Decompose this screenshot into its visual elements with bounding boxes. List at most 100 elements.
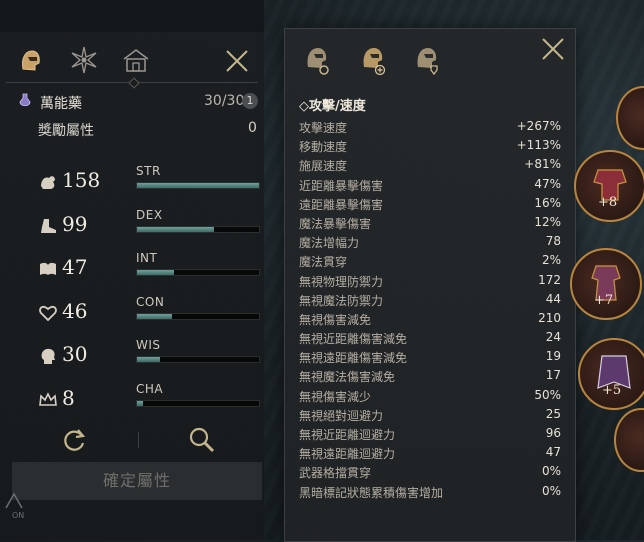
tooltip-line-value: 47% (534, 176, 561, 191)
stat-name: CHA (136, 381, 164, 396)
equipped-item-3[interactable]: +5 (578, 338, 644, 410)
tooltip-line-value: 24 (545, 330, 561, 345)
stat-bar (136, 312, 260, 320)
tab-divider (6, 82, 258, 83)
tooltip-line-label: 無視絕對迴避力 (299, 408, 384, 423)
tooltip-line: 魔法暴擊傷害 12% (299, 215, 561, 234)
tooltip-line-label: 移動速度 (299, 140, 348, 155)
tooltip-line-value: 210 (538, 310, 561, 325)
star-compass-icon (71, 46, 97, 74)
potion-label: 萬能藥 (40, 96, 82, 112)
house-icon (123, 49, 149, 72)
tooltip-line: 黑暗標記狀態累積傷害增加 0% (299, 484, 561, 503)
tooltip-line: 無視近距離迴避力 96 (299, 426, 561, 445)
tooltip-line-value: 50% (534, 387, 561, 402)
attribute-panel: 萬能藥 30/30 1 獎勵屬性 0 158 STR 99 DEX 47 INT 46 CON… (0, 0, 264, 540)
tooltip-close-icon[interactable] (539, 35, 567, 63)
tooltip-line-value: 12% (534, 214, 561, 229)
refresh-icon[interactable] (58, 424, 90, 456)
stat-value: 47 (62, 255, 88, 279)
tooltip-line-value: 0% (541, 464, 561, 479)
enhance-level: +8 (598, 195, 618, 210)
stat-row-int: 47 INT (38, 251, 260, 297)
potion-badge[interactable]: 1 (242, 93, 258, 109)
tooltip-line: 魔法貫穿 2% (299, 253, 561, 272)
tooltip-line-label: 遠距離暴擊傷害 (299, 197, 384, 212)
stat-name: STR (136, 164, 161, 178)
bonus-value: 0 (248, 120, 257, 136)
stat-bar-fill (137, 183, 259, 188)
tooltip-line-value: 2% (541, 253, 561, 268)
tooltip-line: 施展速度 +81% (299, 157, 561, 176)
helmet-gear-icon (307, 48, 329, 75)
enhance-level: +5 (602, 383, 622, 398)
tooltip-line: 無視近距離傷害減免 24 (299, 330, 561, 349)
tooltip-line-label: 無視魔法防禦力 (299, 293, 384, 308)
stat-bar (136, 182, 260, 189)
tooltip-line-label: 施展速度 (299, 159, 348, 174)
tooltip-line-label: 無視魔法傷害減免 (299, 370, 396, 385)
tooltip-line-value: +113% (516, 138, 561, 153)
tooltip-line-label: 無視遠距離傷害減免 (299, 351, 408, 366)
stat-bar-fill (137, 270, 174, 275)
tab-skills[interactable] (66, 42, 102, 78)
tooltip-line-value: 47 (545, 445, 561, 460)
tooltip-line-value: 78 (545, 234, 561, 249)
equipped-item-2[interactable]: +7 (570, 248, 642, 320)
crown-icon (39, 391, 57, 406)
confirm-attributes-button[interactable]: 確定屬性 (12, 462, 262, 500)
tooltip-line-label: 近距離暴擊傷害 (299, 178, 384, 193)
tooltip-line: 無視魔法傷害減免 17 (299, 368, 561, 387)
tooltip-line: 近距離暴擊傷害 47% (299, 177, 561, 196)
tooltip-line-value: +81% (524, 157, 561, 172)
stat-bar (136, 269, 260, 276)
stat-name: WIS (136, 338, 161, 352)
tooltip-line-label: 無視近距離傷害減免 (299, 332, 408, 347)
tooltip-line: 無視魔法防禦力 44 (299, 292, 561, 311)
tab-character[interactable] (12, 42, 48, 78)
stat-value: 99 (62, 211, 88, 236)
tooltip-line-value: 16% (534, 195, 561, 210)
magnifier-icon[interactable] (186, 424, 218, 456)
tooltip-header (285, 29, 575, 89)
tooltip-line-label: 魔法貫穿 (299, 255, 348, 270)
tooltip-line-value: 25 (545, 406, 561, 421)
stat-row-str: 158 STR (38, 164, 260, 210)
tooltip-line-value: 19 (545, 349, 561, 364)
tooltip-line: 無視遠距離迴避力 47 (299, 445, 561, 464)
potion-icon (19, 93, 31, 107)
stat-name: CON (136, 294, 165, 309)
stat-detail-tooltip: ◇攻擊/速度 攻擊速度 +267% 移動速度 +113% 施展速度 +81% 近距離暴擊傷害… (284, 28, 576, 542)
heart-icon (39, 305, 57, 321)
tooltip-stat-list: 攻擊速度 +267% 移動速度 +113% 施展速度 +81% 近距離暴擊傷害 47% 遠距離暴… (299, 119, 561, 503)
tooltip-title: ◇攻擊/速度 (299, 99, 366, 114)
equipped-item-1[interactable]: +8 (574, 150, 644, 222)
panel-top-bar (0, 0, 264, 32)
stat-value: 46 (62, 298, 88, 323)
enhance-level: +7 (594, 293, 614, 308)
book-icon (40, 262, 56, 275)
stat-bar-fill (137, 226, 214, 232)
boot-icon (41, 218, 56, 233)
stat-value: 158 (62, 168, 101, 192)
head-icon (41, 348, 55, 364)
tooltip-line-value: 0% (541, 483, 561, 498)
tooltip-line-label: 無視傷害減免 (299, 312, 372, 327)
bonus-label: 獎勵屬性 (38, 123, 94, 139)
helmet-add-icon (363, 48, 386, 76)
stat-bar (136, 225, 260, 233)
stat-bar (136, 356, 260, 363)
tooltip-line: 攻擊速度 +267% (299, 119, 561, 138)
helmet-icon (22, 50, 40, 71)
tooltip-line-value: 17 (545, 368, 561, 383)
close-icon[interactable] (224, 48, 250, 74)
tooltip-line-label: 魔法增幅力 (299, 236, 360, 251)
muscle-icon (41, 176, 55, 189)
potion-count: 30/30 (204, 93, 245, 109)
tooltip-line: 無視絕對迴避力 25 (299, 407, 561, 426)
tooltip-line: 無視傷害減免 210 (299, 311, 561, 330)
tab-house[interactable] (118, 42, 154, 78)
stat-row-dex: 99 DEX (38, 208, 260, 254)
stat-name: DEX (136, 207, 163, 222)
action-row (0, 424, 264, 460)
